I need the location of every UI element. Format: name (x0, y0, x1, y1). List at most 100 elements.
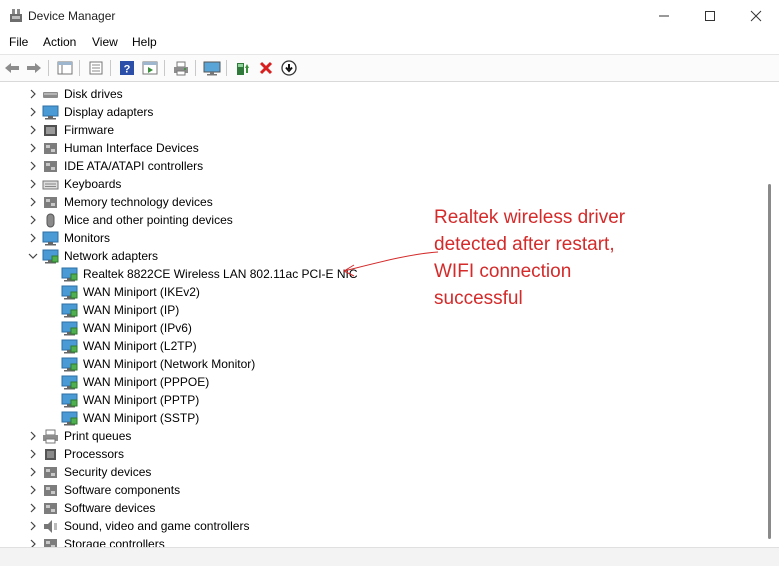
network-adapter-icon (61, 303, 78, 317)
tree-category-network-adapters[interactable]: Network adapters (28, 247, 159, 265)
tree-device[interactable]: WAN Miniport (L2TP) (61, 337, 197, 355)
device-manager-icon (10, 9, 22, 22)
chevron-right-icon (30, 233, 36, 243)
forward-button[interactable] (24, 58, 44, 78)
network-adapter-icon (61, 375, 78, 389)
expand-toggle[interactable] (26, 157, 40, 175)
tree-category[interactable]: Sound, video and game controllers (30, 517, 249, 535)
tree-category[interactable]: Print queues (30, 427, 132, 445)
tree-category[interactable]: Storage controllers (30, 535, 165, 547)
tree-device[interactable]: WAN Miniport (IPv6) (61, 319, 192, 337)
expand-toggle[interactable] (26, 211, 40, 229)
tree-item-label: Realtek 8822CE Wireless LAN 802.11ac PCI… (83, 267, 358, 281)
expand-toggle[interactable] (26, 103, 40, 121)
memory-icon (44, 196, 57, 208)
action-pane-button[interactable] (140, 58, 160, 78)
back-button[interactable] (2, 58, 22, 78)
chevron-right-icon (30, 467, 36, 477)
ide-controller-icon (44, 160, 57, 172)
annotation-line: successful (434, 288, 523, 309)
expand-toggle[interactable] (26, 535, 40, 547)
uninstall-device-button[interactable] (256, 58, 276, 78)
expand-toggle[interactable] (26, 139, 40, 157)
tree-device[interactable]: WAN Miniport (SSTP) (61, 409, 199, 427)
toolbar-separator (195, 60, 196, 76)
menu-file[interactable]: File (9, 35, 28, 49)
horizontal-scrollbar[interactable] (0, 547, 779, 566)
chevron-right-icon (30, 143, 36, 153)
tree-category[interactable]: Firmware (30, 121, 114, 139)
help-button[interactable]: ? (117, 58, 137, 78)
tree-category[interactable]: Memory technology devices (30, 193, 213, 211)
tree-category[interactable]: Human Interface Devices (30, 139, 199, 157)
tree-category[interactable]: Monitors (30, 229, 110, 247)
expand-toggle[interactable] (26, 247, 40, 265)
expand-toggle[interactable] (26, 175, 40, 193)
tree-category[interactable]: Mice and other pointing devices (30, 211, 233, 229)
expand-toggle[interactable] (26, 85, 40, 103)
chevron-right-icon (30, 485, 36, 495)
expand-toggle[interactable] (26, 499, 40, 517)
tree-category[interactable]: IDE ATA/ATAPI controllers (30, 157, 203, 175)
annotation-arrow (343, 251, 439, 277)
expand-toggle[interactable] (26, 229, 40, 247)
tree-device-realtek-wifi[interactable]: Realtek 8822CE Wireless LAN 802.11ac PCI… (61, 265, 358, 283)
update-driver-button[interactable] (233, 58, 253, 78)
display-adapter-icon (42, 105, 59, 119)
tree-item-label: WAN Miniport (IP) (83, 303, 180, 317)
expand-toggle[interactable] (26, 427, 40, 445)
tree-device[interactable]: WAN Miniport (PPTP) (61, 391, 199, 409)
software-device-icon (44, 502, 57, 514)
tree-category[interactable]: Disk drives (30, 85, 123, 103)
scrollbar-thumb[interactable] (768, 184, 771, 539)
title-bar: Device Manager (0, 0, 779, 32)
firmware-icon (44, 124, 57, 136)
tree-device[interactable]: WAN Miniport (Network Monitor) (61, 355, 255, 373)
toolbar-separator (79, 60, 80, 76)
device-tree: Disk drives Display adapters Firmware Human… (0, 82, 762, 547)
show-hide-console-tree-button[interactable] (55, 58, 75, 78)
expand-toggle[interactable] (26, 445, 40, 463)
tree-item-label: Keyboards (64, 177, 122, 191)
tree-category[interactable]: Processors (30, 445, 124, 463)
scan-for-hardware-changes-button[interactable] (202, 58, 222, 78)
tree-category[interactable]: Software devices (30, 499, 155, 517)
expand-toggle[interactable] (26, 463, 40, 481)
tree-category[interactable]: Keyboards (30, 175, 122, 193)
uninstall-x-icon (259, 61, 273, 75)
tree-item-label: Mice and other pointing devices (64, 213, 233, 227)
tree-item-label: Print queues (64, 429, 132, 443)
minimize-button[interactable] (641, 0, 687, 32)
chevron-right-icon (30, 521, 36, 531)
tree-category[interactable]: Security devices (30, 463, 151, 481)
print-button[interactable] (171, 58, 191, 78)
vertical-scrollbar[interactable] (762, 82, 778, 547)
tree-device[interactable]: WAN Miniport (IP) (61, 301, 179, 319)
svg-text:?: ? (124, 64, 131, 76)
tree-item-label: WAN Miniport (PPPOE) (83, 375, 210, 389)
expand-toggle[interactable] (26, 121, 40, 139)
maximize-button[interactable] (687, 0, 733, 32)
menu-help[interactable]: Help (132, 35, 157, 49)
tree-item-label: WAN Miniport (Network Monitor) (83, 357, 256, 371)
menu-view[interactable]: View (92, 35, 118, 49)
help-icon: ? (120, 61, 134, 76)
tree-category[interactable]: Display adapters (30, 103, 153, 121)
network-adapter-icon (61, 285, 78, 299)
expand-toggle[interactable] (26, 517, 40, 535)
download-circle-icon (281, 60, 297, 76)
printer-icon (174, 61, 188, 75)
tree-item-label: Network adapters (64, 249, 159, 263)
tree-item-label: WAN Miniport (L2TP) (83, 339, 197, 353)
tree-device[interactable]: WAN Miniport (PPPOE) (61, 373, 209, 391)
disable-device-button[interactable] (279, 58, 299, 78)
tree-category[interactable]: Software components (30, 481, 180, 499)
expand-toggle[interactable] (26, 481, 40, 499)
expand-toggle[interactable] (26, 193, 40, 211)
chevron-down-icon (28, 253, 38, 259)
tree-device[interactable]: WAN Miniport (IKEv2) (61, 283, 200, 301)
properties-button[interactable] (86, 58, 106, 78)
menu-action[interactable]: Action (43, 35, 76, 49)
back-arrow-icon (5, 63, 19, 73)
close-button[interactable] (733, 0, 779, 32)
